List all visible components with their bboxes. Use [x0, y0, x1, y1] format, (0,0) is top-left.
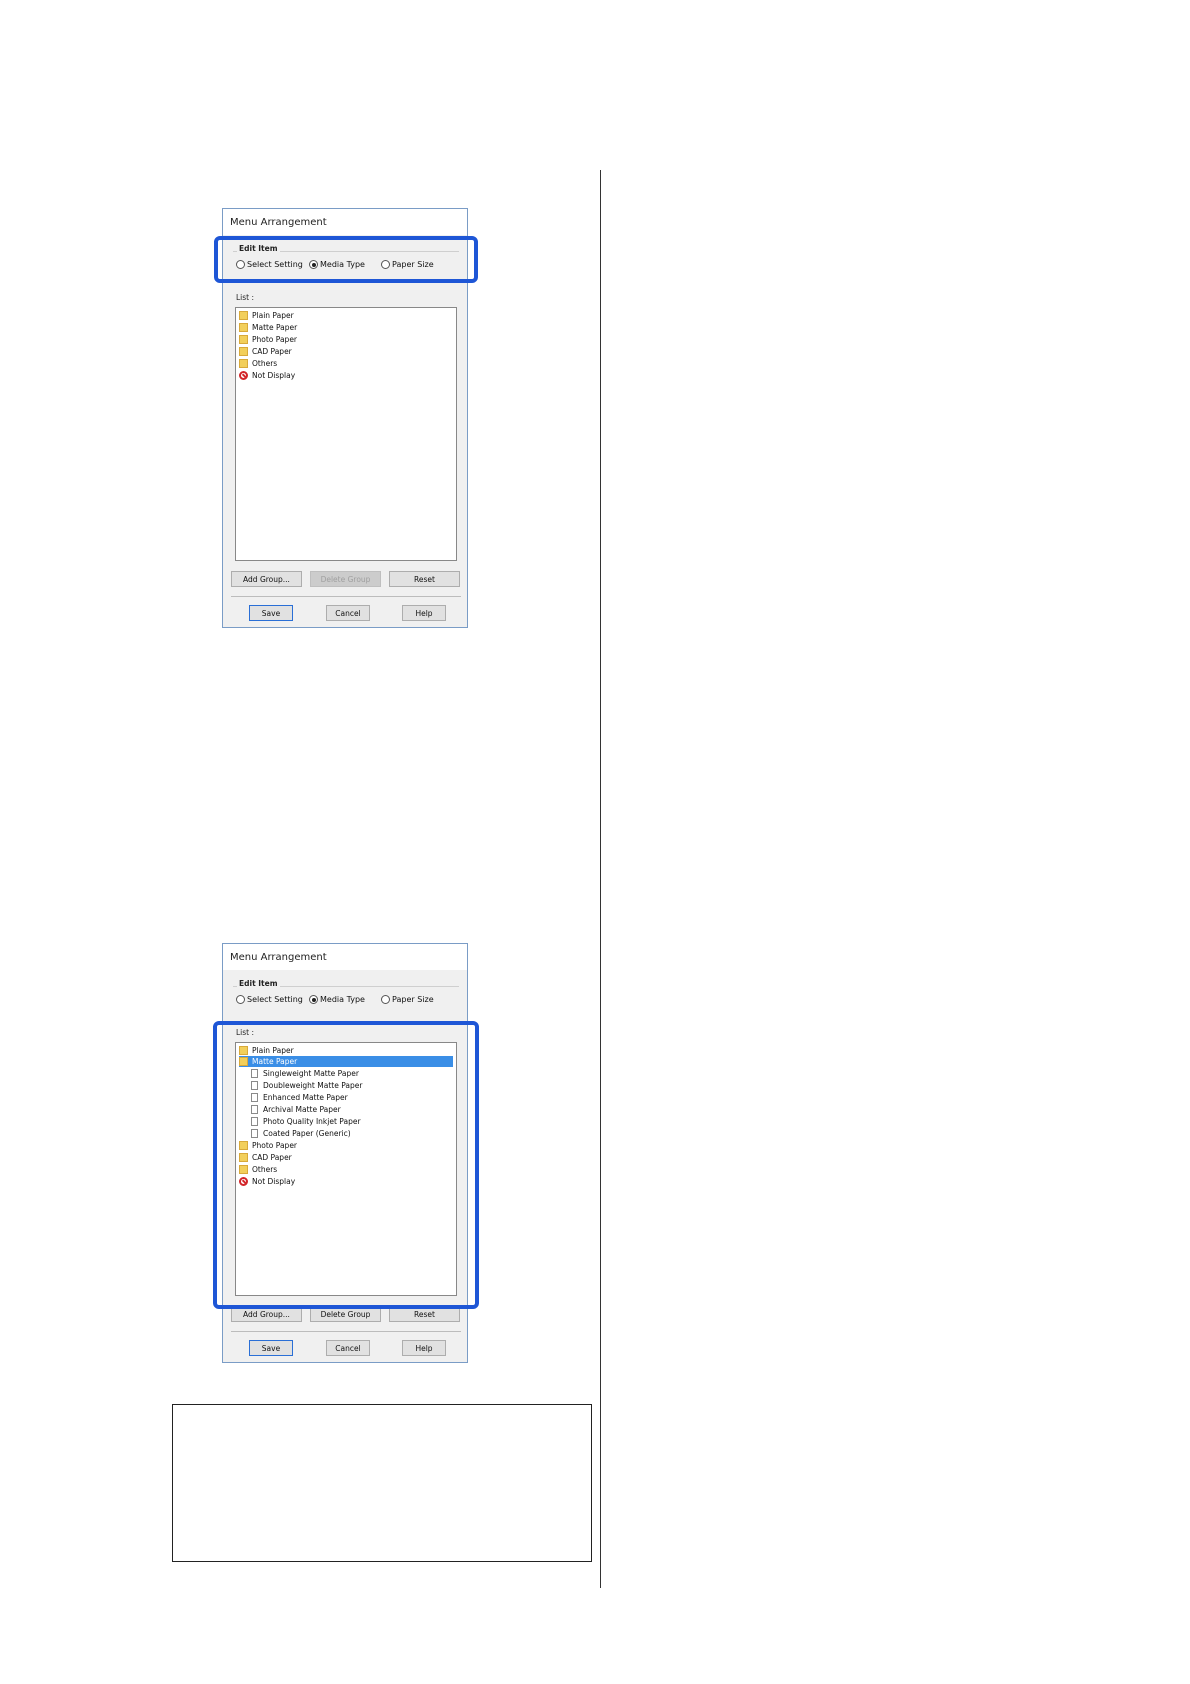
list-item-not-display[interactable]: Not Display: [239, 370, 453, 381]
list-label: List :: [236, 293, 255, 302]
add-group-button[interactable]: Add Group...: [231, 571, 302, 587]
title-bar: Menu Arrangement: [223, 209, 467, 235]
cancel-button[interactable]: Cancel: [326, 605, 370, 621]
dialog-title: Menu Arrangement: [230, 952, 327, 963]
radio-circle-checked-icon: [309, 995, 318, 1004]
separator: [231, 1331, 461, 1332]
list-item-label: Not Display: [252, 371, 296, 380]
folder-icon: [239, 335, 248, 344]
radio-label: Media Type: [320, 995, 365, 1004]
list-item-label: CAD Paper: [252, 347, 292, 356]
title-bar: Menu Arrangement: [223, 944, 467, 970]
radio-label: Select Setting: [247, 995, 303, 1004]
save-button[interactable]: Save: [249, 605, 293, 621]
radio-label: Paper Size: [392, 995, 434, 1004]
list-item-label: Others: [252, 359, 278, 368]
save-button[interactable]: Save: [249, 1340, 293, 1356]
list-item-photo-paper[interactable]: Photo Paper: [239, 334, 453, 345]
radio-paper-size[interactable]: Paper Size: [381, 995, 434, 1004]
list-item-plain-paper[interactable]: Plain Paper: [239, 310, 453, 321]
radio-circle-icon: [236, 995, 245, 1004]
list-item-matte-paper[interactable]: Matte Paper: [239, 322, 453, 333]
highlight-list-area: [213, 1021, 479, 1309]
no-entry-icon: [239, 371, 248, 380]
folder-icon: [239, 359, 248, 368]
highlight-edit-item: [214, 236, 478, 283]
folder-icon: [239, 323, 248, 332]
list-item-label: Matte Paper: [252, 323, 298, 332]
list-item-label: Plain Paper: [252, 311, 294, 320]
reset-button[interactable]: Reset: [389, 571, 460, 587]
folder-icon: [239, 311, 248, 320]
dialog-title: Menu Arrangement: [230, 217, 327, 228]
note-box: [172, 1404, 592, 1562]
help-button[interactable]: Help: [402, 1340, 446, 1356]
radio-media-type[interactable]: Media Type: [309, 995, 365, 1004]
list-item-others[interactable]: Others: [239, 358, 453, 369]
media-list[interactable]: Plain Paper Matte Paper Photo Paper CAD …: [235, 307, 457, 561]
column-divider: [600, 170, 601, 1588]
cancel-button[interactable]: Cancel: [326, 1340, 370, 1356]
help-button[interactable]: Help: [402, 605, 446, 621]
folder-icon: [239, 347, 248, 356]
edit-item-legend: Edit Item: [237, 979, 280, 988]
delete-group-button[interactable]: Delete Group: [310, 571, 381, 587]
radio-circle-icon: [381, 995, 390, 1004]
list-item-label: Photo Paper: [252, 335, 298, 344]
radio-select-setting[interactable]: Select Setting: [236, 995, 303, 1004]
list-item-cad-paper[interactable]: CAD Paper: [239, 346, 453, 357]
separator: [231, 596, 461, 597]
